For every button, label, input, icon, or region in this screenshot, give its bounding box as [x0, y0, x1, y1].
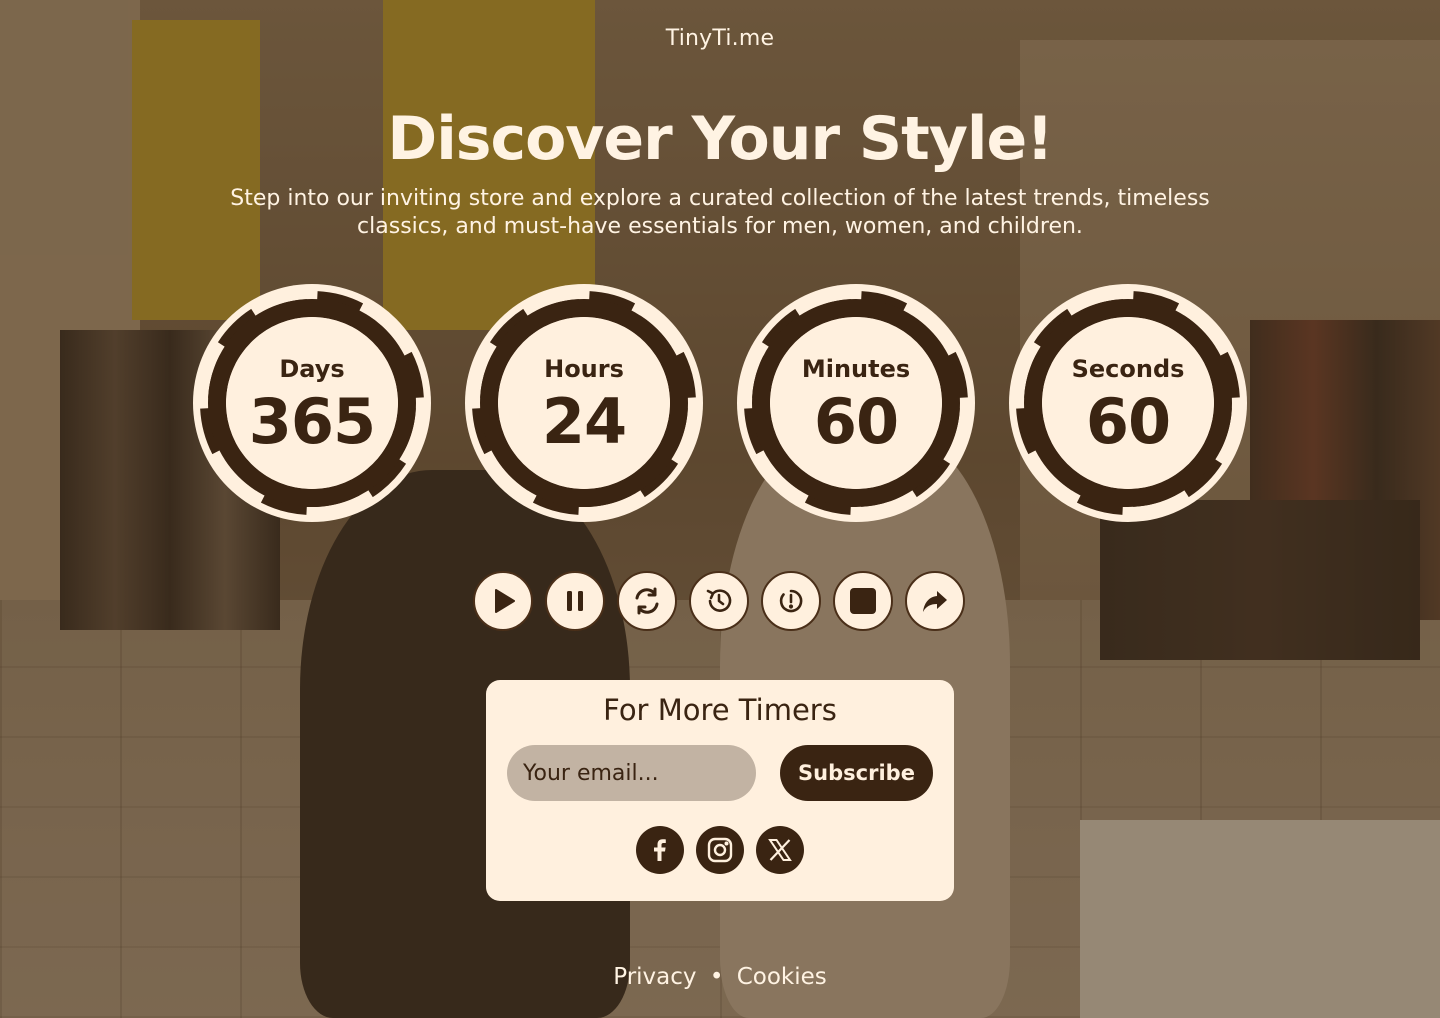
history-icon: [706, 589, 732, 612]
footer: Privacy • Cookies: [0, 964, 1440, 990]
footer-separator: •: [709, 964, 724, 990]
subscribe-title: For More Timers: [603, 693, 837, 727]
countdown-seconds-label: Seconds: [1071, 355, 1185, 383]
countdown-days-label: Days: [279, 355, 345, 383]
history-button[interactable]: [689, 571, 749, 631]
countdown-hours-value: 24: [541, 385, 627, 458]
subscribe-button[interactable]: Subscribe: [780, 745, 933, 801]
countdown-hours-label: Hours: [544, 355, 624, 383]
instagram-icon: [707, 837, 733, 863]
subscribe-card: For More Timers Subscribe: [486, 680, 954, 901]
email-input[interactable]: [507, 745, 756, 801]
stop-icon: [850, 588, 876, 614]
countdown-minutes-value: 60: [813, 385, 899, 458]
cookies-link[interactable]: Cookies: [737, 964, 827, 990]
pause-icon: [567, 591, 583, 611]
privacy-link[interactable]: Privacy: [613, 964, 696, 990]
countdown-seconds: Seconds 60: [1008, 283, 1248, 523]
share-button[interactable]: [905, 571, 965, 631]
play-button[interactable]: [473, 571, 533, 631]
countdown-seconds-value: 60: [1085, 385, 1171, 458]
timer-controls: [473, 571, 967, 633]
facebook-icon: [654, 839, 666, 861]
page-subtitle: Step into our inviting store and explore…: [230, 186, 1210, 239]
instagram-link[interactable]: [696, 826, 744, 874]
x-icon: [768, 839, 792, 861]
timer-reset-icon: [779, 589, 803, 613]
facebook-link[interactable]: [636, 826, 684, 874]
site-brand[interactable]: TinyTi.me: [0, 26, 1440, 51]
countdown-hours: Hours 24: [464, 283, 704, 523]
countdown-days: Days 365: [192, 283, 432, 523]
countdown-minutes-label: Minutes: [801, 355, 911, 383]
play-icon: [495, 589, 515, 613]
share-icon: [923, 591, 947, 612]
pause-button[interactable]: [545, 571, 605, 631]
countdown-days-value: 365: [248, 385, 376, 458]
page-title: Discover Your Style!: [387, 104, 1053, 174]
refresh-icon: [635, 587, 659, 615]
refresh-button[interactable]: [617, 571, 677, 631]
countdown-minutes: Minutes 60: [736, 283, 976, 523]
stop-button[interactable]: [833, 571, 893, 631]
timer-reset-button[interactable]: [761, 571, 821, 631]
x-link[interactable]: [756, 826, 804, 874]
